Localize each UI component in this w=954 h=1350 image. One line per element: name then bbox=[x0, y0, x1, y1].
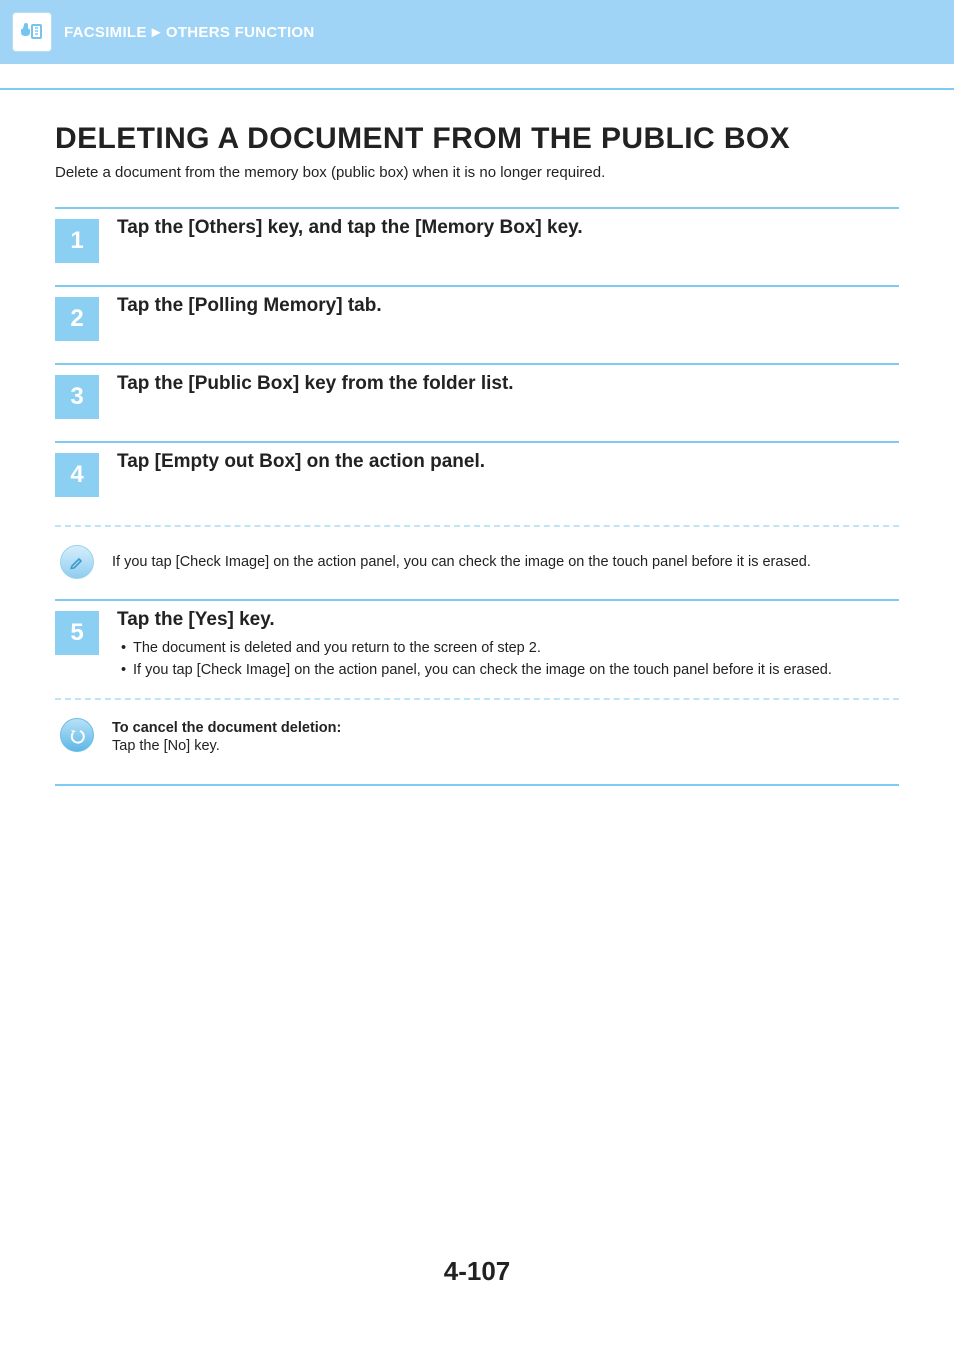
intro-text: Delete a document from the memory box (p… bbox=[55, 164, 899, 181]
info-note-row: If you tap [Check Image] on the action p… bbox=[55, 545, 899, 599]
breadcrumb-left: FACSIMILE bbox=[64, 24, 147, 41]
page-number: 4-107 bbox=[55, 1256, 899, 1287]
cancel-note-row: To cancel the document deletion: Tap the… bbox=[55, 718, 899, 776]
pencil-circle-icon bbox=[60, 545, 94, 579]
end-rule bbox=[55, 784, 899, 786]
step-number: 2 bbox=[55, 297, 99, 341]
breadcrumb: FACSIMILE►OTHERS FUNCTION bbox=[64, 24, 315, 41]
dashed-separator bbox=[55, 525, 899, 527]
step-row: 5 Tap the [Yes] key. The document is del… bbox=[55, 599, 899, 692]
header-band: FACSIMILE►OTHERS FUNCTION bbox=[0, 0, 954, 64]
step-title: Tap the [Public Box] key from the folder… bbox=[117, 373, 899, 395]
breadcrumb-sep: ► bbox=[149, 24, 164, 41]
step-title: Tap the [Polling Memory] tab. bbox=[117, 295, 899, 317]
back-arrow-circle-icon bbox=[60, 718, 94, 752]
step-number: 3 bbox=[55, 375, 99, 419]
step-number: 5 bbox=[55, 611, 99, 655]
step-bullet: The document is deleted and you return t… bbox=[121, 637, 899, 659]
step-number: 4 bbox=[55, 453, 99, 497]
breadcrumb-right: OTHERS FUNCTION bbox=[166, 24, 315, 41]
content-area: DELETING A DOCUMENT FROM THE PUBLIC BOX … bbox=[0, 90, 954, 1287]
step-title: Tap the [Others] key, and tap the [Memor… bbox=[117, 217, 899, 239]
step-title: Tap [Empty out Box] on the action panel. bbox=[117, 451, 899, 473]
step-row: 4 Tap [Empty out Box] on the action panel… bbox=[55, 441, 899, 519]
page-title: DELETING A DOCUMENT FROM THE PUBLIC BOX bbox=[55, 122, 899, 156]
step-title: Tap the [Yes] key. bbox=[117, 609, 899, 631]
step-row: 2 Tap the [Polling Memory] tab. bbox=[55, 285, 899, 363]
step-number: 1 bbox=[55, 219, 99, 263]
step-bullet: If you tap [Check Image] on the action p… bbox=[121, 659, 899, 681]
cancel-note-text: Tap the [No] key. bbox=[112, 736, 899, 758]
step-row: 1 Tap the [Others] key, and tap the [Memo… bbox=[55, 207, 899, 285]
dashed-separator bbox=[55, 698, 899, 700]
fax-icon bbox=[12, 12, 52, 52]
info-note-text: If you tap [Check Image] on the action p… bbox=[112, 552, 899, 574]
cancel-note-title: To cancel the document deletion: bbox=[112, 720, 899, 736]
step-row: 3 Tap the [Public Box] key from the folde… bbox=[55, 363, 899, 441]
